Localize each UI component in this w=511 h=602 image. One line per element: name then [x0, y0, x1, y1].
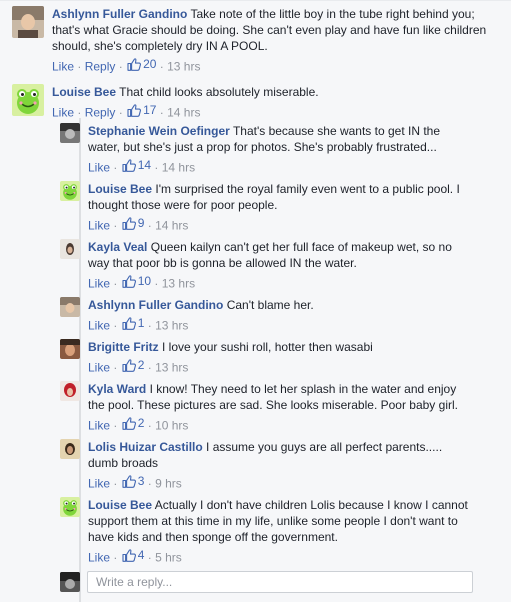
reply-input[interactable]: Write a reply... [87, 571, 473, 593]
timestamp[interactable]: 5 hrs [155, 551, 182, 565]
avatar[interactable] [60, 339, 80, 359]
avatar[interactable] [60, 381, 80, 401]
like-count[interactable]: 2 [121, 415, 144, 431]
timestamp[interactable]: 13 hrs [167, 60, 200, 74]
reply-button[interactable]: Reply [85, 106, 116, 120]
like-button[interactable]: Like [88, 419, 110, 433]
like-button[interactable]: Like [88, 477, 110, 491]
thumbs-up-icon [127, 58, 141, 71]
reply-input-placeholder: Write a reply... [96, 575, 173, 589]
reply: Lolis Huizar Castillo I assume you guys … [60, 439, 500, 492]
reply-actions: Like · 14 · 14 hrs [88, 157, 196, 175]
avatar[interactable] [12, 84, 44, 116]
like-count[interactable]: 10 [121, 273, 151, 289]
like-count[interactable]: 2 [121, 357, 144, 373]
like-button[interactable]: Like [88, 161, 110, 175]
thumbs-up-icon [122, 475, 136, 488]
reply: Kayla Veal Queen kailyn can't get her fu… [60, 239, 500, 292]
reply-author[interactable]: Ashlynn Fuller Gandino [88, 298, 223, 312]
comment-actions: Like · Reply · 20 · 13 hrs [52, 56, 201, 74]
like-count[interactable]: 17 [126, 102, 156, 118]
like-button[interactable]: Like [88, 551, 110, 565]
avatar[interactable] [60, 239, 80, 259]
like-button[interactable]: Like [88, 361, 110, 375]
timestamp[interactable]: 14 hrs [162, 161, 195, 175]
like-count[interactable]: 3 [121, 473, 144, 489]
avatar[interactable] [60, 439, 80, 459]
comment: Ashlynn Fuller Gandino Take note of the … [12, 6, 502, 75]
like-button[interactable]: Like [88, 219, 110, 233]
comment-text: That child looks absolutely miserable. [119, 85, 319, 99]
comment-actions: Like · Reply · 17 · 14 hrs [52, 102, 201, 120]
reply-actions: Like · 2 · 10 hrs [88, 415, 189, 433]
thumbs-up-icon [122, 159, 136, 172]
reply-text: I love your sushi roll, hotter then wasa… [162, 340, 373, 354]
avatar[interactable] [12, 6, 44, 38]
reply: Brigitte Fritz I love your sushi roll, h… [60, 339, 500, 376]
avatar[interactable] [60, 497, 80, 517]
reply-author[interactable]: Louise Bee [88, 498, 152, 512]
like-count[interactable]: 20 [126, 56, 156, 72]
reply-actions: Like · 10 · 13 hrs [88, 273, 196, 291]
reply-actions: Like · 2 · 13 hrs [88, 357, 189, 375]
current-user-avatar [60, 572, 80, 592]
reply-actions: Like · 9 · 14 hrs [88, 215, 189, 233]
reply: Stephanie Wein Oefinger That's because s… [60, 123, 500, 176]
timestamp[interactable]: 13 hrs [155, 319, 188, 333]
reply-author[interactable]: Kyla Ward [88, 382, 146, 396]
timestamp[interactable]: 14 hrs [167, 106, 200, 120]
reply-text: Can't blame her. [226, 298, 314, 312]
like-button[interactable]: Like [88, 277, 110, 291]
top-divider [0, 0, 511, 1]
thumbs-up-icon [122, 275, 136, 288]
reply: Kyla Ward I know! They need to let her s… [60, 381, 500, 434]
reply-button[interactable]: Reply [85, 60, 116, 74]
like-count[interactable]: 14 [121, 157, 151, 173]
reply-author[interactable]: Louise Bee [88, 182, 152, 196]
thumbs-up-icon [122, 417, 136, 430]
reply-author[interactable]: Stephanie Wein Oefinger [88, 124, 230, 138]
reply-actions: Like · 3 · 9 hrs [88, 473, 182, 491]
like-button[interactable]: Like [88, 319, 110, 333]
comment-author[interactable]: Ashlynn Fuller Gandino [52, 7, 187, 21]
thumbs-up-icon [122, 217, 136, 230]
thumbs-up-icon [122, 549, 136, 562]
like-button[interactable]: Like [52, 106, 74, 120]
like-button[interactable]: Like [52, 60, 74, 74]
avatar[interactable] [60, 123, 80, 143]
like-count[interactable]: 9 [121, 215, 144, 231]
reply: Louise Bee I'm surprised the royal famil… [60, 181, 500, 234]
reply-actions: Like · 4 · 5 hrs [88, 547, 182, 565]
like-count[interactable]: 1 [121, 315, 144, 331]
timestamp[interactable]: 13 hrs [155, 361, 188, 375]
reply-actions: Like · 1 · 13 hrs [88, 315, 189, 333]
thumbs-up-icon [122, 317, 136, 330]
reply: Ashlynn Fuller Gandino Can't blame her. … [60, 297, 500, 334]
reply: Louise Bee Actually I don't have childre… [60, 497, 500, 566]
timestamp[interactable]: 10 hrs [155, 419, 188, 433]
avatar[interactable] [60, 181, 80, 201]
thumbs-up-icon [122, 359, 136, 372]
reply-author[interactable]: Brigitte Fritz [88, 340, 159, 354]
comment-author[interactable]: Louise Bee [52, 85, 116, 99]
thumbs-up-icon [127, 104, 141, 117]
reply-author[interactable]: Kayla Veal [88, 240, 147, 254]
timestamp[interactable]: 9 hrs [155, 477, 182, 491]
comment: Louise Bee That child looks absolutely m… [12, 84, 502, 121]
like-count[interactable]: 4 [121, 547, 144, 563]
timestamp[interactable]: 14 hrs [155, 219, 188, 233]
reply-author[interactable]: Lolis Huizar Castillo [88, 440, 203, 454]
avatar[interactable] [60, 297, 80, 317]
timestamp[interactable]: 13 hrs [162, 277, 195, 291]
